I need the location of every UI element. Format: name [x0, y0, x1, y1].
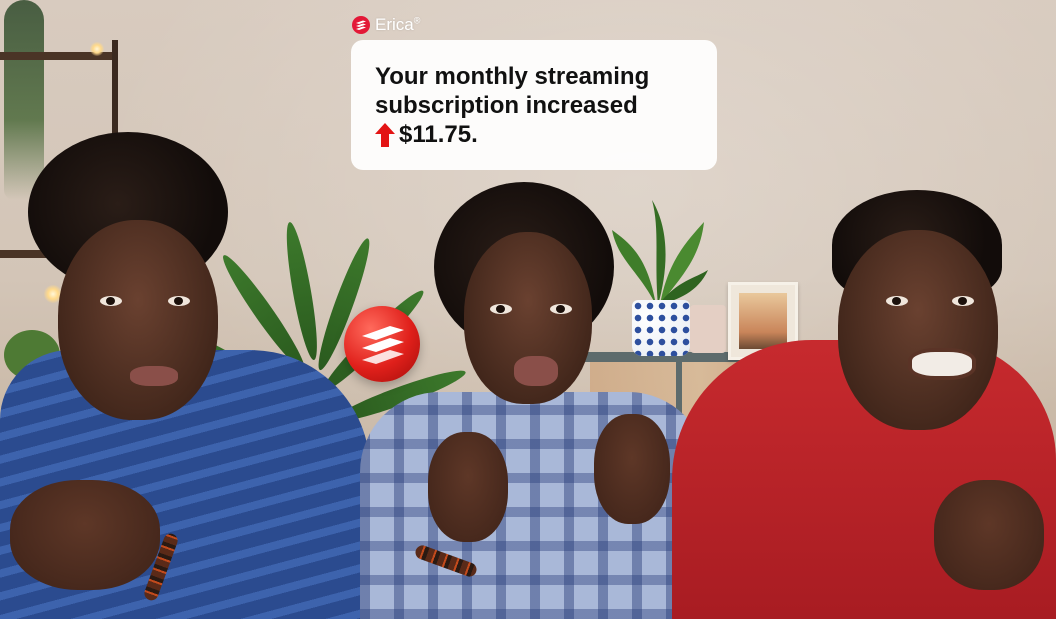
person-right	[672, 190, 1056, 619]
ad-scene: Erica® Your monthly streaming subscripti…	[0, 0, 1056, 619]
brand-logo-ball	[344, 306, 420, 382]
erica-message-bubble: Your monthly streaming subscription incr…	[351, 40, 717, 170]
bank-flag-icon	[362, 326, 404, 364]
string-light	[90, 42, 104, 56]
amount-line: $11.75.	[375, 120, 697, 149]
erica-name: Erica®	[375, 15, 421, 34]
person-left	[0, 130, 380, 619]
person-center	[360, 182, 710, 619]
bank-flag-icon	[352, 16, 370, 34]
erica-header: Erica®	[352, 15, 420, 35]
increase-amount: $11.75.	[399, 121, 478, 148]
red-up-arrow-icon	[375, 122, 395, 147]
message-line-2: subscription increased	[375, 92, 638, 119]
message-line-1: Your monthly streaming	[375, 63, 650, 90]
